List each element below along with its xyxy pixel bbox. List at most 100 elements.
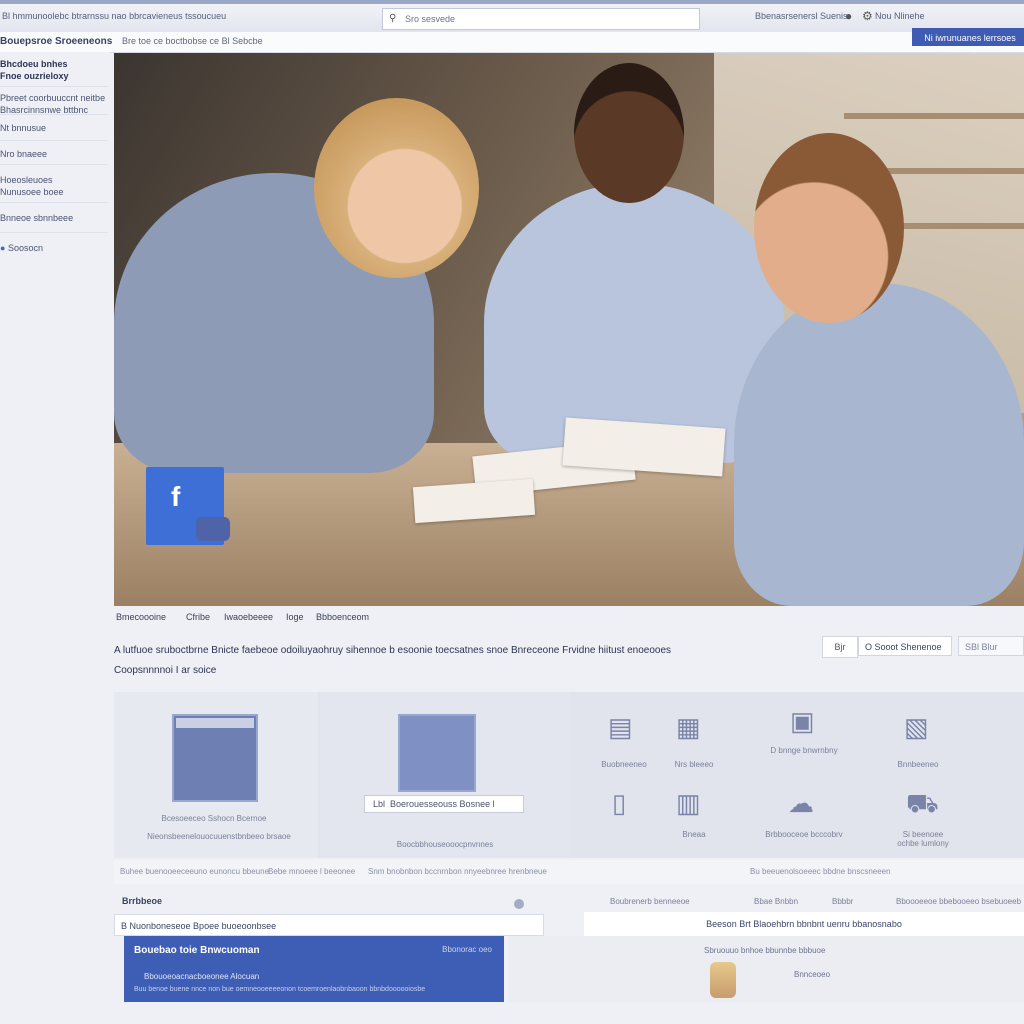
sidebar-item-0[interactable]: Bhcdoeu bnhes — [0, 58, 68, 70]
list-header-right-b: Bbae Bnbbn — [754, 897, 799, 906]
highlighted-item-meta: Bbonorac oeo — [442, 945, 492, 954]
primary-action-button[interactable]: Ni iwrunuanes lerrsoes bnrvbe — [912, 28, 1024, 61]
tab-4[interactable]: Bbboenceom — [316, 612, 369, 622]
document-icon[interactable]: ▤ — [608, 712, 633, 743]
breadcrumb[interactable]: Bre toe ce boctbobse ce Bl Sebcbe — [122, 36, 263, 46]
list-row[interactable]: Beeson Brt Blaoehbrn bbnbnt uenru bbanos… — [584, 912, 1024, 936]
person-left-head — [314, 98, 479, 278]
side-filter-button[interactable]: SBl Blur — [958, 636, 1024, 656]
feature-label-5: Bneaa — [682, 830, 706, 839]
window-title: Bl hmmunoolebc btrarnssu nao bbrcavieneu… — [2, 11, 227, 21]
sidebar-item-6[interactable]: Hoeosleuoes — [0, 174, 53, 186]
tray-icon[interactable]: ⛟ — [906, 788, 939, 823]
list-header-right-d: Bboooeeoe bbebooeeo bsebuoeeb — [896, 897, 1022, 906]
preview-panel[interactable]: Sbruouuo bnhoe bbunnbe bbbuoe Bnnceoeo — [508, 936, 1024, 1002]
sidebar-divider — [0, 164, 108, 165]
sidebar-item-1[interactable]: Fnoe ouzrieloxy — [0, 70, 69, 82]
list-header: Brrbbeoe Boubrenerb benneeoe Bbae Bnbbn … — [114, 890, 1024, 914]
description-line-2: Coopsnnnnoi I ar soice — [114, 665, 217, 676]
feature-card-caption: Bcesoeeceo Sshocn Bcernoe — [161, 814, 267, 823]
photo-thumbnail — [398, 714, 476, 792]
account-name[interactable]: Bbenasrsenersl Suenis — [755, 11, 848, 21]
sidebar-item-7[interactable]: Nunusoee boee — [0, 186, 64, 198]
sidebar-divider — [0, 202, 108, 203]
address-text: Sro sesvede — [405, 14, 456, 24]
highlighted-item-description: Buu benoe buene nnce non bue oemneooeeee… — [134, 986, 426, 993]
info-strip-d[interactable]: Bu beeuenolsoeeec bbdne bnscsneeen — [750, 860, 891, 884]
layout-icon[interactable]: ▦ — [676, 712, 701, 743]
phone-icon[interactable]: ▯ — [612, 788, 626, 819]
list-header-right-a: Boubrenerb benneeoe — [610, 897, 690, 906]
feature-label-0: Buobneeneo — [601, 760, 647, 769]
feature-label-6: Brbbooceoe bcccobrv — [765, 830, 843, 839]
small-filter-button[interactable]: Bjr — [822, 636, 858, 658]
info-strip-a[interactable]: Buhee buenooeeceeuno eunoncu bbeune — [120, 860, 269, 884]
globe-icon[interactable]: ● — [845, 9, 852, 23]
feature-card-screenshot[interactable]: Bcesoeeceo Sshocn Bcernoe Nieonsbeenelou… — [114, 692, 318, 858]
hero-image — [114, 53, 1024, 606]
site-brand[interactable]: Bouepsroe Sroeeneons — [0, 36, 112, 47]
screenshot-thumbnail — [172, 714, 258, 802]
sidebar-divider — [0, 114, 108, 115]
description-line-1: A lutfuoe sruboctbrne Bnicte faebeoe odo… — [114, 645, 672, 656]
sidebar-divider — [0, 232, 108, 233]
sidebar-item-5[interactable]: Nro bnaeee — [0, 148, 47, 160]
highlighted-list-item[interactable]: Bouebao toie Bnwcuoman Bbonorac oeo Bbou… — [124, 936, 504, 1002]
description: A lutfuoe sruboctbrne Bnicte faebeoe odo… — [114, 641, 804, 681]
person-right-head — [754, 133, 904, 323]
subnav-bar: Bouepsroe Sroeeneons Bre toe ce boctbobs… — [0, 28, 1024, 61]
highlighted-item-subtitle: Bbouoeoacnacboeonee Alocuan — [144, 972, 260, 981]
address-bar[interactable]: ⚲ Sro sesvede — [382, 8, 700, 30]
chat-badge-icon — [196, 517, 230, 541]
thumbnail-header — [176, 718, 254, 728]
sidebar-item-4[interactable]: Nt bnnusue — [0, 122, 46, 134]
sidebar-item-2[interactable]: Pbreet coorbuuccnt neitbe — [0, 92, 105, 104]
features-panel: Bcesoeeceo Sshocn Bcernoe Nieonsbeenelou… — [114, 692, 1024, 858]
search-icon: ⚲ — [389, 13, 397, 24]
sidebar-item-9[interactable]: ● Soosocn — [0, 242, 43, 254]
preview-line: Bnnceoeo — [794, 970, 831, 979]
feature-label-2: D bnnge bnwrnbny — [770, 746, 838, 755]
cloud-icon[interactable]: ☁ — [788, 788, 814, 819]
facebook-logo-icon[interactable]: f — [146, 467, 230, 545]
content-tabs: Bmecoooine Cfribe Iwaoebeeee Ioge Bbboen… — [114, 612, 1014, 628]
tab-1[interactable]: Cfribe — [186, 612, 210, 622]
browser-bar: Bl hmmunoolebc btrarnssu nao bbrcavieneu… — [0, 0, 1024, 33]
tab-0[interactable]: Bmecoooine — [116, 612, 166, 622]
sidebar-item-9-label: Soosocn — [7, 243, 43, 253]
feature-card-photo[interactable]: Boocbbhouseooocpnvnnes — [320, 692, 570, 858]
chart-icon[interactable]: ▧ — [904, 712, 929, 743]
tab-2[interactable]: Iwaoebeeee — [224, 612, 273, 622]
feature-card-caption: Boocbbhouseooocpnvnnes — [396, 840, 494, 849]
info-strip-c[interactable]: Snm bnobnbon bccnrnbon nnyeebnree hrenbn… — [368, 860, 547, 884]
list-row[interactable]: B Nuonboneseoe Bpoee buoeoonbsee — [114, 914, 544, 936]
info-strip-b[interactable]: Bebe mnoeee l beeonee — [268, 860, 355, 884]
facebook-f-glyph: f — [171, 481, 181, 512]
info-strip: Buhee buenooeeceeuno eunoncu bbeune Bebe… — [114, 860, 1024, 884]
sidebar: Bhcdoeu bnhes Fnoe ouzrieloxy Pbreet coo… — [0, 52, 110, 1024]
highlighted-item-title: Bouebao toie Bnwcuoman — [134, 945, 260, 956]
person-right-body — [734, 283, 1024, 606]
list-title: Brrbbeoe — [122, 896, 163, 906]
person-middle-head — [574, 63, 684, 203]
feature-label-3: Bnnbeeneo — [897, 760, 939, 769]
sidebar-divider — [0, 86, 108, 87]
people-icon: ● — [0, 243, 6, 253]
shelf — [844, 113, 1024, 119]
window-icon[interactable]: ▣ — [790, 706, 815, 737]
file-icon[interactable]: ▥ — [676, 788, 701, 819]
browser-accent-strip — [0, 0, 1024, 4]
scroll-handle[interactable] — [514, 899, 524, 909]
feature-card-subcaption: Nieonsbeenelouocuuenstbnbeeo brsaoe — [147, 832, 291, 841]
sidebar-divider — [0, 140, 108, 141]
feature-label-1: Nrs bleeeo — [674, 760, 714, 769]
tab-3[interactable]: Ioge — [286, 612, 304, 622]
sidebar-item-8[interactable]: Bnneoe sbnnbeee — [0, 212, 73, 224]
account-trail[interactable]: Nou Nlinehe — [875, 11, 925, 21]
search-select[interactable]: O Sooot Shenenoe — [858, 636, 952, 656]
gear-icon[interactable]: ⚙ — [862, 9, 873, 23]
feature-search-input[interactable] — [364, 795, 524, 813]
avatar[interactable] — [710, 962, 736, 998]
preview-title: Sbruouuo bnhoe bbunnbe bbbuoe — [704, 946, 826, 955]
list-header-right-c: Bbbbr — [832, 897, 854, 906]
